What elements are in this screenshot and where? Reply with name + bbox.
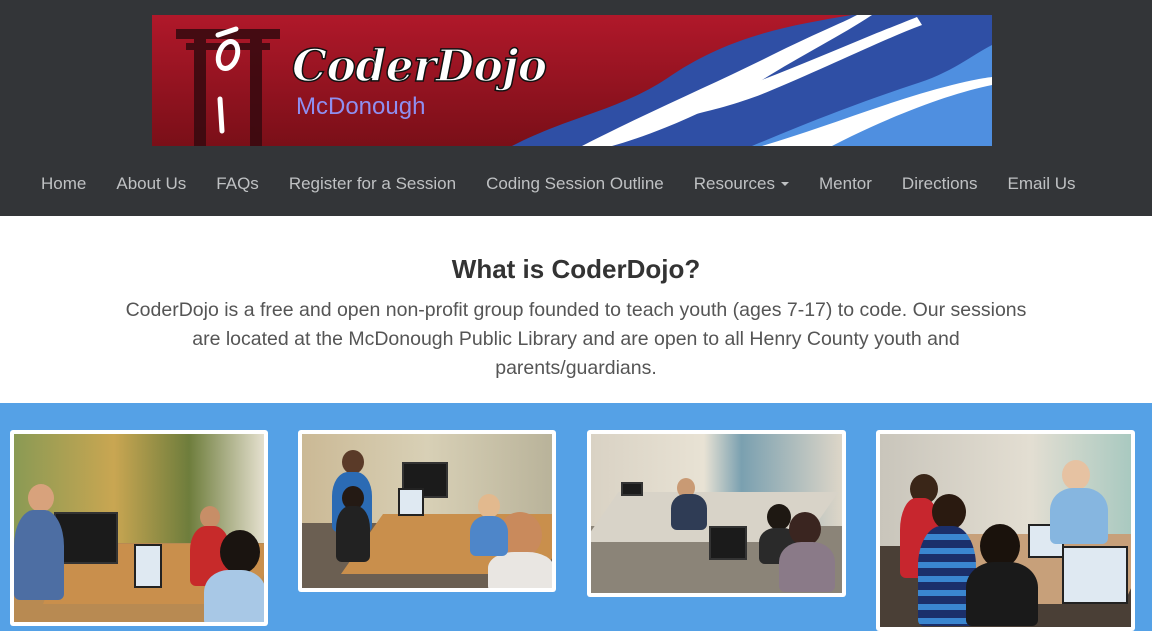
nav-resources-label: Resources xyxy=(693,174,775,193)
intro-text: CoderDojo is a free and open non-profit … xyxy=(125,299,1027,379)
site-header: CoderDojo McDonough Home About Us FAQs R… xyxy=(0,0,1152,216)
intro-title: What is CoderDojo? xyxy=(451,254,701,284)
gallery-photo-2[interactable] xyxy=(298,430,556,592)
gallery-photo-1[interactable] xyxy=(10,430,268,626)
photo-2-image xyxy=(302,434,552,588)
main-nav: Home About Us FAQs Register for a Sessio… xyxy=(26,168,1091,200)
photo-gallery xyxy=(0,403,1152,631)
brand-title: CoderDojo xyxy=(291,40,548,93)
caret-down-icon xyxy=(781,182,789,186)
photo-4-image xyxy=(880,434,1131,627)
brand-location: McDonough xyxy=(296,93,426,120)
nav-resources-dropdown[interactable]: Resources xyxy=(679,174,804,194)
nav-register[interactable]: Register for a Session xyxy=(274,174,471,194)
photo-3-image xyxy=(591,434,842,593)
photo-1-image xyxy=(14,434,264,622)
gallery-photo-3[interactable] xyxy=(587,430,846,597)
nav-faqs[interactable]: FAQs xyxy=(201,174,274,194)
nav-directions[interactable]: Directions xyxy=(887,174,993,194)
nav-mentor[interactable]: Mentor xyxy=(804,174,887,194)
nav-about-us[interactable]: About Us xyxy=(101,174,201,194)
gallery-photo-4[interactable] xyxy=(876,430,1135,631)
intro-section: What is CoderDojo? CoderDojo is a free a… xyxy=(0,216,1152,403)
banner-artwork xyxy=(152,15,992,146)
nav-coding-session-outline[interactable]: Coding Session Outline xyxy=(471,174,679,194)
nav-home[interactable]: Home xyxy=(26,174,101,194)
coderdojo-banner-logo[interactable]: CoderDojo McDonough xyxy=(152,15,992,146)
nav-email-us[interactable]: Email Us xyxy=(993,174,1091,194)
